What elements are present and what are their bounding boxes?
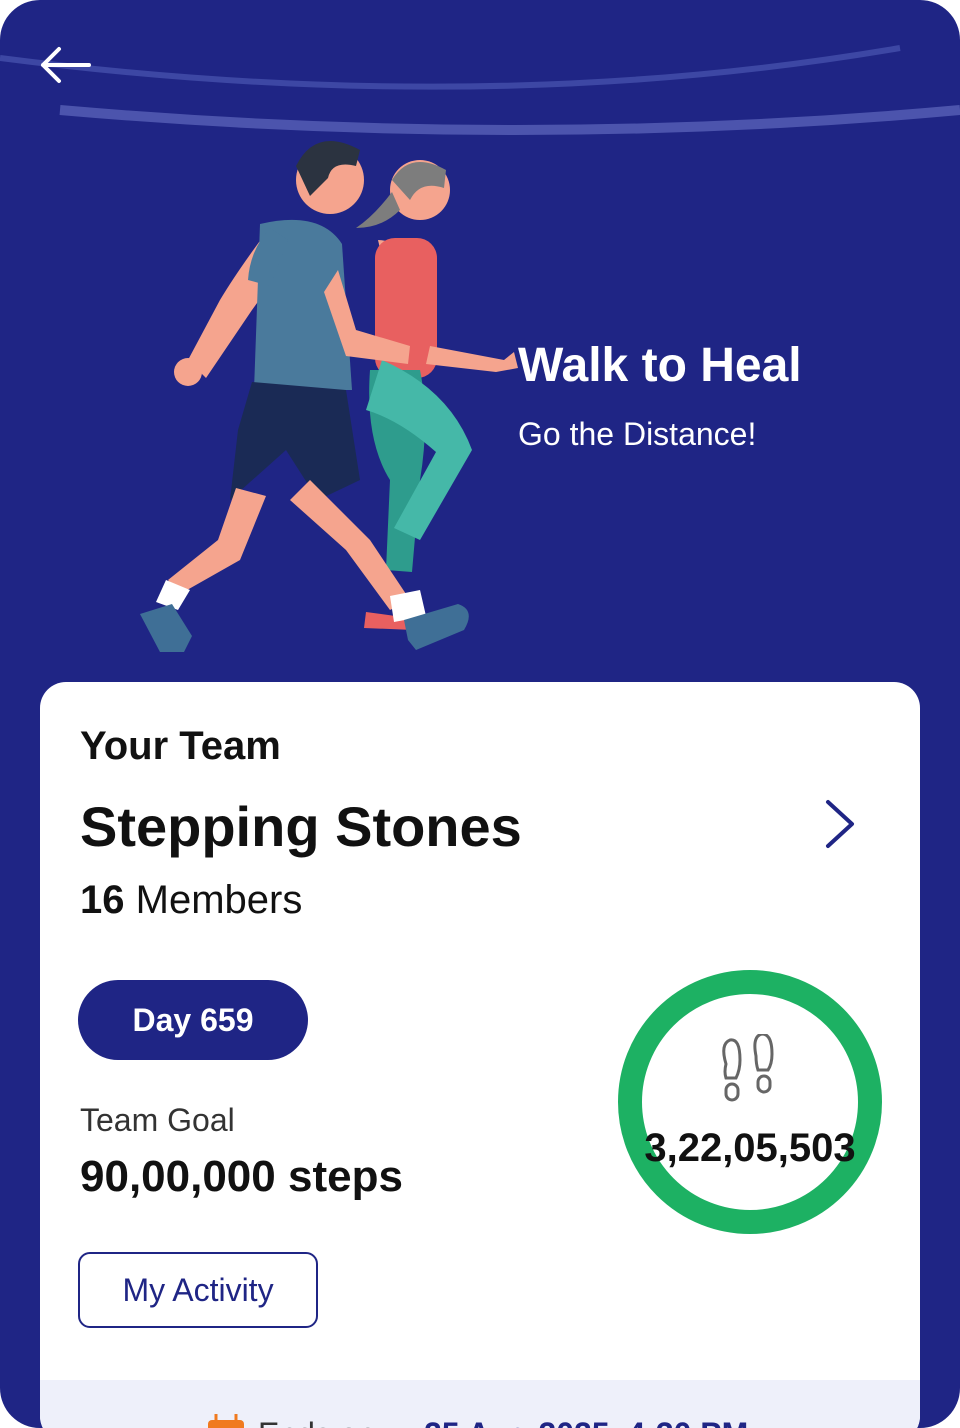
end-date-strip: Ends on 25 Aug 2025, 4:30 PM bbox=[40, 1380, 920, 1428]
end-date-label: Ends on bbox=[258, 1416, 375, 1428]
team-goal-label: Team Goal bbox=[80, 1102, 235, 1138]
footprints-icon bbox=[722, 1034, 774, 1102]
arrow-left-icon bbox=[41, 47, 91, 83]
end-date-value: 25 Aug 2025, 4:30 PM bbox=[424, 1416, 748, 1428]
hero-title: Walk to Heal bbox=[518, 339, 802, 392]
back-button[interactable] bbox=[30, 40, 100, 90]
team-goal-value: 90,00,000 steps bbox=[80, 1152, 403, 1201]
team-card: Your Team Stepping Stones 16 Members Day… bbox=[40, 682, 920, 1428]
hero-subtitle: Go the Distance! bbox=[518, 416, 757, 452]
team-name[interactable]: Stepping Stones bbox=[80, 794, 522, 859]
walkers-illustration bbox=[140, 141, 518, 652]
member-count-label: Members bbox=[135, 878, 303, 922]
steps-count: 3,22,05,503 bbox=[644, 1126, 856, 1170]
chevron-right-icon[interactable] bbox=[810, 794, 870, 854]
team-label: Your Team bbox=[80, 724, 281, 768]
day-badge: Day 659 bbox=[78, 980, 308, 1060]
app-screen: Walk to Heal Go the Distance! Your Team … bbox=[0, 0, 960, 1428]
my-activity-button[interactable]: My Activity bbox=[78, 1252, 318, 1328]
member-count: 16 Members bbox=[80, 878, 302, 923]
calendar-icon bbox=[208, 1414, 244, 1428]
member-count-value: 16 bbox=[80, 878, 125, 922]
